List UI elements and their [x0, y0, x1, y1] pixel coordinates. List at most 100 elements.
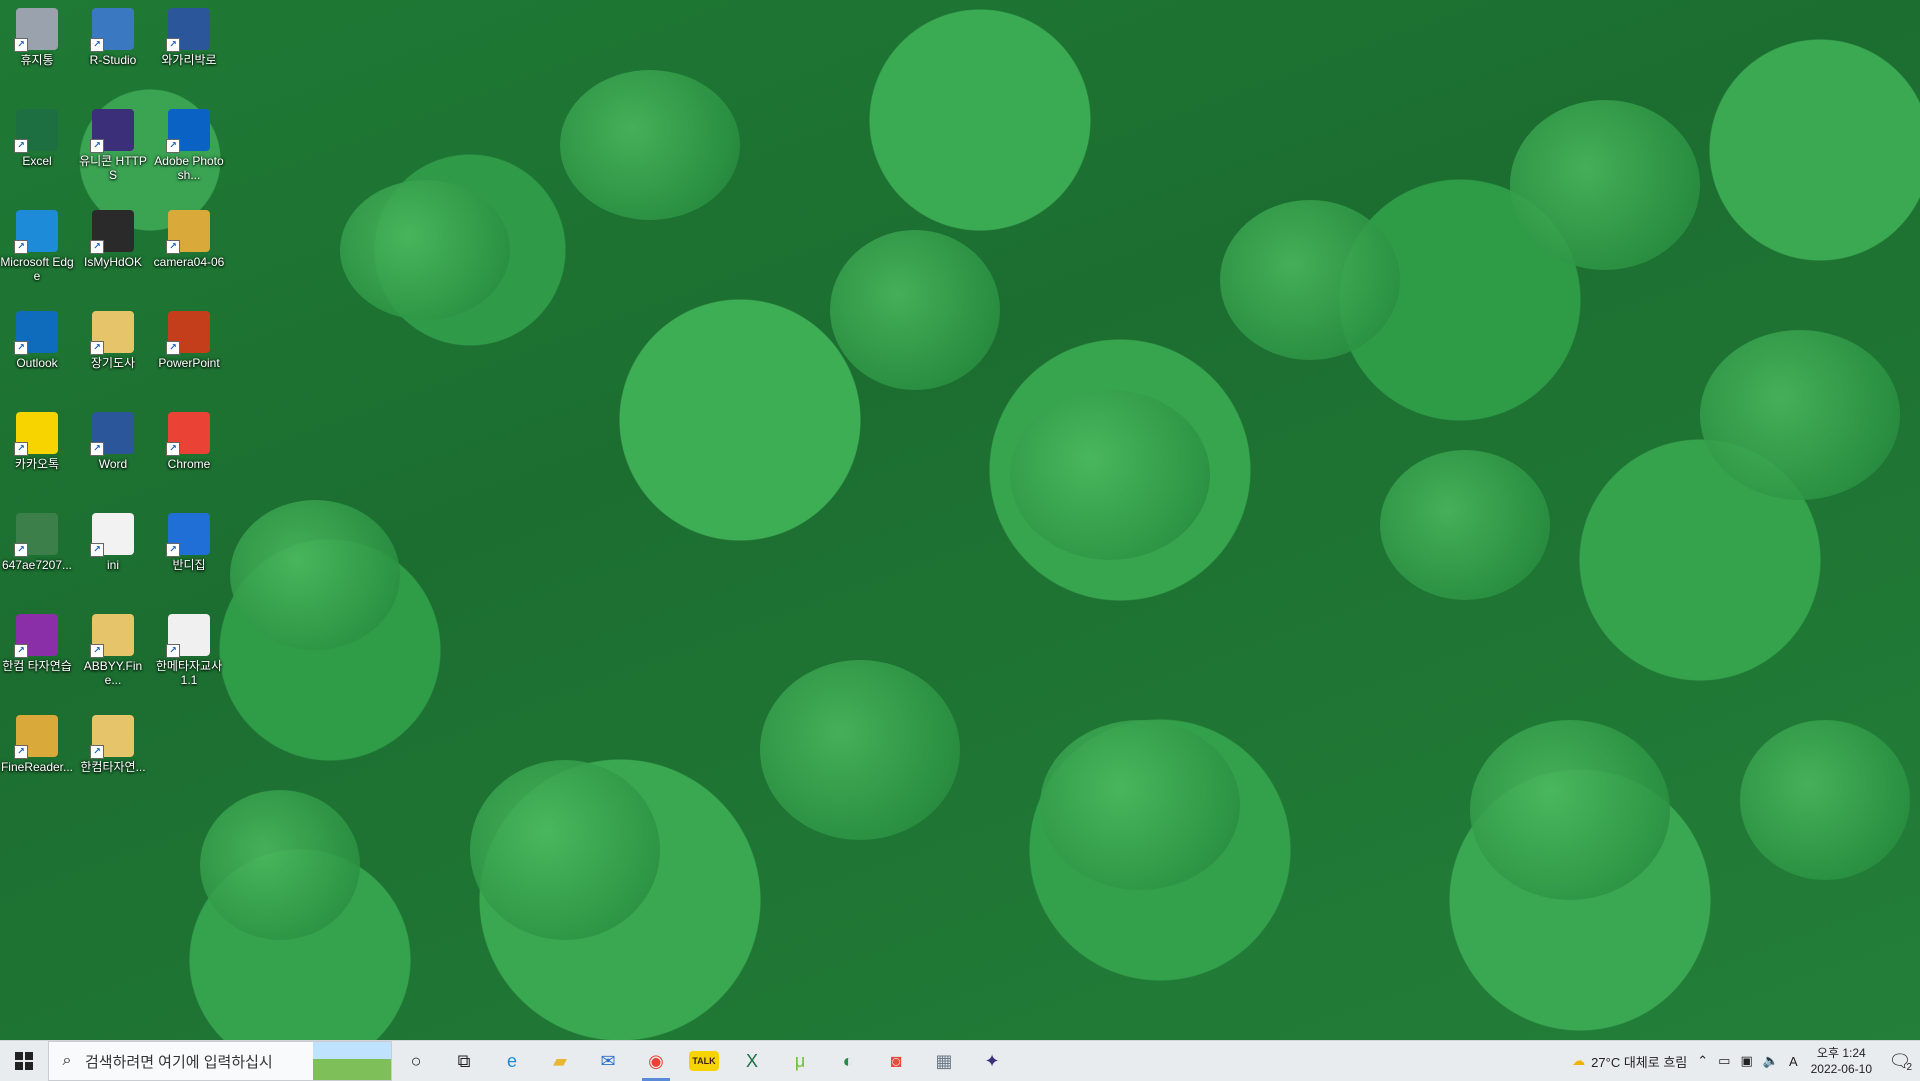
folder-icon: ↗: [90, 311, 134, 355]
shortcut-arrow-icon: ↗: [14, 38, 28, 52]
desktop-icon[interactable]: ↗ 한컴 타자연습: [0, 608, 74, 673]
desktop-icon-label: 휴지통: [20, 53, 54, 67]
unicorn-https-icon: ↗: [90, 109, 134, 153]
clock[interactable]: 오후 1:24 2022-06-10: [1803, 1045, 1880, 1077]
desktop-icon[interactable]: ↗ 647ae7207...: [0, 507, 74, 572]
desktop-icon[interactable]: ↗ ABBYY.Fine...: [76, 608, 150, 687]
taskbar-app-button[interactable]: ○: [392, 1041, 440, 1081]
desktop-icon[interactable]: ↗ 한컴타자연...: [76, 709, 150, 774]
taskbar-app-button[interactable]: ✉: [584, 1041, 632, 1081]
kakaotalk-icon: ↗: [14, 412, 58, 456]
desktop-icon-label: Microsoft Edge: [0, 255, 74, 283]
screen-recorder-icon: ◙: [890, 1050, 902, 1071]
ime-indicator[interactable]: A: [1784, 1054, 1803, 1069]
desktop-icon[interactable]: ↗ 휴지통: [0, 2, 74, 67]
shortcut-arrow-icon: ↗: [90, 442, 104, 456]
folder-icon: ↗: [166, 210, 210, 254]
desktop-icon[interactable]: ↗ Outlook: [0, 305, 74, 370]
volume-icon[interactable]: 🔈: [1758, 1053, 1784, 1069]
shortcut-arrow-icon: ↗: [14, 745, 28, 759]
desktop-icon-label: Word: [98, 457, 128, 471]
desktop-icon-label: IsMyHdOK: [83, 255, 142, 269]
taskbar-app-button[interactable]: ▰: [536, 1041, 584, 1081]
desktop-icon-label: 한컴 타자연습: [2, 659, 72, 673]
desktop-icon-label: PowerPoint: [158, 356, 220, 370]
taskbar-search-box[interactable]: ⌕ 검색하려면 여기에 입력하십시: [48, 1041, 392, 1081]
chrome-icon: ↗: [166, 412, 210, 456]
taskbar-app-button[interactable]: ✦: [968, 1041, 1016, 1081]
desktop-icon-label: 장기도사: [90, 356, 136, 370]
desktop-icon[interactable]: ↗ FineReader...: [0, 709, 74, 774]
desktop-icon-label: camera04-06: [153, 255, 225, 269]
outlook-icon: ↗: [14, 311, 58, 355]
mail-icon: ✉: [600, 1050, 616, 1071]
weather-widget[interactable]: ☁ 27°C 대체로 흐림: [1567, 1052, 1692, 1071]
desktop-icon[interactable]: ↗ Excel: [0, 103, 74, 168]
shortcut-arrow-icon: ↗: [166, 139, 180, 153]
desktop-icon-label: Outlook: [16, 356, 58, 370]
desktop-icon[interactable]: ↗ Word: [76, 406, 150, 471]
shortcut-arrow-icon: ↗: [14, 240, 28, 254]
shortcut-arrow-icon: ↗: [90, 341, 104, 355]
start-button[interactable]: [0, 1041, 48, 1081]
desktop-icon[interactable]: ↗ PowerPoint: [152, 305, 226, 370]
usb-device-icon[interactable]: ▭: [1713, 1053, 1735, 1069]
desktop-icon[interactable]: ↗ ini: [76, 507, 150, 572]
taskbar-app-button[interactable]: ◙: [872, 1041, 920, 1081]
shortcut-arrow-icon: ↗: [90, 38, 104, 52]
folder-icon: ↗: [90, 614, 134, 658]
photoshop-icon: ↗: [166, 109, 210, 153]
search-highlight-image: [313, 1042, 391, 1080]
desktop-icon[interactable]: ↗ Adobe Photosh...: [152, 103, 226, 182]
network-icon[interactable]: ▣: [1735, 1053, 1757, 1069]
shortcut-arrow-icon: ↗: [166, 240, 180, 254]
unicorn-https-icon: ✦: [984, 1050, 1000, 1071]
taskbar-app-button[interactable]: ⧉: [440, 1041, 488, 1081]
edge-icon: e: [506, 1050, 517, 1071]
shortcut-arrow-icon: ↗: [166, 442, 180, 456]
hanme-typing-icon: ↗: [166, 614, 210, 658]
utorrent-icon: μ: [794, 1050, 806, 1071]
desktop-icon[interactable]: ↗ R-Studio: [76, 2, 150, 67]
taskbar: ⌕ 검색하려면 여기에 입력하십시 ○ ⧉ e ▰ ✉ ◉ TALK Xμ ◐ ◙ ▦ ✦ ☁ 27°…: [0, 1040, 1920, 1081]
desktop-icon[interactable]: ↗ Microsoft Edge: [0, 204, 74, 283]
search-placeholder: 검색하려면 여기에 입력하십시: [85, 1053, 273, 1071]
taskbar-app-button[interactable]: e: [488, 1041, 536, 1081]
excel-icon: X: [745, 1050, 758, 1071]
desktop-icon[interactable]: ↗ 장기도사: [76, 305, 150, 370]
shortcut-arrow-icon: ↗: [90, 745, 104, 759]
taskbar-app-button[interactable]: ◐: [824, 1041, 872, 1081]
desktop-icon-label: Adobe Photosh...: [154, 154, 224, 182]
task-view-icon: ⧉: [457, 1050, 471, 1071]
clock-time: 오후 1:24: [1816, 1046, 1866, 1060]
desktop-icon[interactable]: ↗ 와가리박로: [152, 2, 226, 67]
clock-date: 2022-06-10: [1810, 1062, 1872, 1076]
desktop-icon[interactable]: ↗ 반디집: [152, 507, 226, 572]
chrome-icon: ◉: [648, 1050, 664, 1071]
shortcut-arrow-icon: ↗: [90, 644, 104, 658]
notification-center-button[interactable]: 🗨 2: [1880, 1041, 1920, 1081]
edge-icon: ↗: [14, 210, 58, 254]
desktop-icon[interactable]: ↗ 카카오톡: [0, 406, 74, 471]
desktop-icon[interactable]: ↗ 유니콘 HTTPS: [76, 103, 150, 182]
desktop-icon-label: ABBYY.Fine...: [83, 659, 143, 687]
shortcut-arrow-icon: ↗: [14, 543, 28, 557]
system-tray: ☁ 27°C 대체로 흐림 ⌃ ▭ ▣ 🔈 A 오후 1:24 2022-06-…: [1567, 1041, 1920, 1081]
show-hidden-icons-chevron-icon[interactable]: ⌃: [1692, 1053, 1713, 1069]
desktop-icon-label: 와가리박로: [161, 53, 217, 67]
desktop-icon[interactable]: ↗ IsMyHdOK: [76, 204, 150, 269]
desktop-icon-label: 647ae7207...: [1, 558, 73, 572]
taskbar-app-button[interactable]: TALK: [680, 1041, 728, 1081]
taskbar-app-button[interactable]: X: [728, 1041, 776, 1081]
desktop-icon[interactable]: ↗ Chrome: [152, 406, 226, 471]
desktop-icon-label: Chrome: [167, 457, 211, 471]
taskbar-app-button[interactable]: ◉: [632, 1041, 680, 1081]
desktop-icon[interactable]: ↗ camera04-06: [152, 204, 226, 269]
hancom-typing-icon: ↗: [14, 614, 58, 658]
desktop-icon[interactable]: ↗ 한메타자교사 1.1: [152, 608, 226, 687]
taskbar-app-button[interactable]: μ: [776, 1041, 824, 1081]
taskbar-app-button[interactable]: ▦: [920, 1041, 968, 1081]
image-viewer-icon: ▦: [935, 1050, 953, 1071]
ismyhdok-icon: ↗: [90, 210, 134, 254]
shortcut-arrow-icon: ↗: [166, 644, 180, 658]
